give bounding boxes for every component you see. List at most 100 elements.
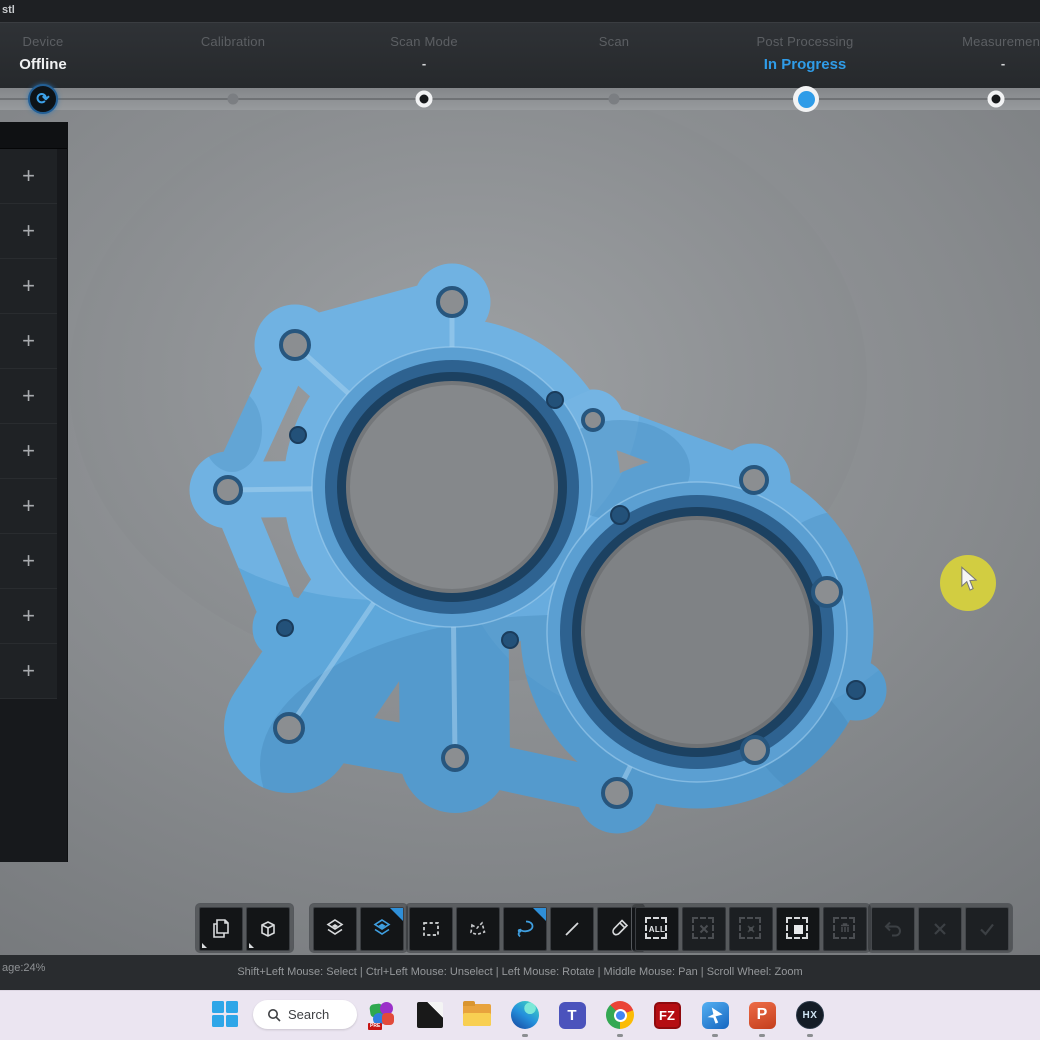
- photos-app-icon: [417, 1002, 443, 1028]
- mouse-cursor-icon: [961, 566, 978, 591]
- toolbar-group-overlap: [309, 903, 408, 953]
- running-indicator-powerpoint: [759, 1034, 765, 1037]
- undo-icon: [884, 921, 901, 937]
- copy-mesh-icon: [213, 919, 229, 938]
- cancel-icon: [934, 923, 946, 935]
- 3d-viewport-canvas[interactable]: [0, 110, 1040, 955]
- taskbar-app-filezilla[interactable]: FZ: [651, 999, 683, 1031]
- taskbar-app-pointer[interactable]: [699, 999, 731, 1031]
- confirm-button[interactable]: [965, 907, 1009, 951]
- add-scan-button[interactable]: +: [0, 369, 57, 424]
- colorful-app-badge: PRE: [368, 1023, 383, 1030]
- add-scan-button[interactable]: +: [0, 149, 57, 204]
- scan-list-panel: + + + + + + + + + +: [0, 122, 68, 862]
- select-connected-icon: [793, 924, 803, 934]
- overlap-regions-icon: [326, 919, 344, 935]
- search-label: Search: [288, 1007, 330, 1022]
- device-sync-icon[interactable]: ⟳: [28, 84, 58, 114]
- brush-select-icon: [612, 919, 629, 936]
- scan-mode-step-dot[interactable]: [415, 90, 433, 108]
- overlap-regions-button[interactable]: [313, 907, 357, 951]
- taskbar-app-exscan-hx[interactable]: HX: [794, 999, 826, 1031]
- delete-selected-button[interactable]: [823, 907, 867, 951]
- copy-mesh-button[interactable]: [199, 907, 243, 951]
- measurement-step-dot[interactable]: [987, 90, 1005, 108]
- polygon-select-icon: [470, 921, 486, 936]
- add-scan-button[interactable]: +: [0, 259, 57, 314]
- mouse-hints-text: Shift+Left Mouse: Select | Ctrl+Left Mou…: [237, 966, 803, 978]
- workflow-step-post-processing[interactable]: Post Processing In Progress: [720, 23, 890, 73]
- running-indicator-edge: [522, 1034, 528, 1037]
- select-connected-button[interactable]: [776, 907, 820, 951]
- cancel-button[interactable]: [918, 907, 962, 951]
- line-select-icon: [565, 922, 579, 936]
- workflow-timeline: ⟳: [0, 84, 1040, 114]
- taskbar-app-colorful[interactable]: PRE: [366, 999, 398, 1031]
- workflow-step-device[interactable]: Device Offline: [0, 23, 128, 73]
- post-processing-status: In Progress: [763, 56, 847, 73]
- workflow-navbar: Device Offline Calibration Scan Mode - S…: [0, 22, 1040, 88]
- powerpoint-icon: P: [748, 1001, 776, 1029]
- clip-box-button[interactable]: [246, 907, 290, 951]
- status-bar: age:24% Shift+Left Mouse: Select | Ctrl+…: [0, 955, 1040, 990]
- select-all-button[interactable]: ALL: [635, 907, 679, 951]
- select-all-label: ALL: [648, 924, 666, 934]
- undo-button[interactable]: [871, 907, 915, 951]
- rect-select-icon: [423, 922, 439, 936]
- running-indicator-pointer: [712, 1034, 718, 1037]
- taskbar-app-file-explorer[interactable]: [461, 999, 493, 1031]
- running-indicator-chrome: [617, 1034, 623, 1037]
- workflow-step-measurement[interactable]: Measurement -: [918, 23, 1040, 71]
- confirm-icon: [980, 923, 994, 936]
- toolbar-group-apply: [867, 903, 1013, 953]
- taskbar-search[interactable]: Search: [253, 1000, 357, 1029]
- calibration-step-dot[interactable]: [227, 93, 239, 105]
- workflow-step-scan[interactable]: Scan: [529, 23, 699, 56]
- toolbar-group-selection-ops: ALL: [631, 903, 871, 953]
- add-scan-button[interactable]: +: [0, 534, 57, 589]
- chrome-icon: [606, 1001, 634, 1029]
- lasso-select-icon: [517, 920, 534, 938]
- scan-step-dot[interactable]: [608, 93, 620, 105]
- window-titlebar: stl: [0, 0, 1040, 22]
- overlap-regions-active-icon: [373, 919, 391, 935]
- rect-select-button[interactable]: [409, 907, 453, 951]
- edge-icon: [511, 1001, 539, 1029]
- colorful-app-icon: PRE: [368, 1002, 395, 1030]
- add-scan-button[interactable]: +: [0, 204, 57, 259]
- pointer-app-icon: [701, 1001, 729, 1029]
- lasso-select-button[interactable]: [503, 907, 547, 951]
- taskbar-app-chrome[interactable]: [604, 999, 636, 1031]
- filezilla-icon: FZ: [653, 1001, 681, 1029]
- add-scan-button[interactable]: +: [0, 479, 57, 534]
- workflow-step-scan-mode[interactable]: Scan Mode -: [339, 23, 509, 71]
- invert-selection-button[interactable]: [729, 907, 773, 951]
- exscan-app-window: stl Device Offline Calibration Scan Mode…: [0, 0, 1040, 1040]
- toolbar-group-selection: [405, 903, 645, 953]
- post-processing-step-dot-current[interactable]: [793, 86, 819, 112]
- running-indicator-exscan-hx: [807, 1034, 813, 1037]
- polygon-select-button[interactable]: [456, 907, 500, 951]
- cursor-highlight: [940, 555, 996, 611]
- toolbar-group-mesh: [195, 903, 294, 953]
- scan-list-header: [0, 122, 67, 149]
- unselect-all-button[interactable]: [682, 907, 726, 951]
- add-scan-button[interactable]: +: [0, 644, 57, 699]
- clip-box-icon: [261, 921, 275, 937]
- add-scan-button[interactable]: +: [0, 424, 57, 479]
- start-button[interactable]: [212, 1001, 239, 1028]
- taskbar-app-edge[interactable]: [509, 999, 541, 1031]
- open-filename: stl: [2, 4, 15, 16]
- taskbar-app-powerpoint[interactable]: P: [746, 999, 778, 1031]
- exscan-hx-icon: HX: [796, 1001, 824, 1029]
- workflow-step-calibration[interactable]: Calibration: [148, 23, 318, 56]
- taskbar-app-photos[interactable]: [414, 999, 446, 1031]
- taskbar-app-teams[interactable]: T: [556, 999, 588, 1031]
- search-icon: [268, 1008, 281, 1022]
- device-status: Offline: [19, 56, 67, 73]
- add-scan-button[interactable]: +: [0, 314, 57, 369]
- add-scan-button[interactable]: +: [0, 589, 57, 644]
- line-select-button[interactable]: [550, 907, 594, 951]
- overlap-regions-active-button[interactable]: [360, 907, 404, 951]
- timeline-groove: [0, 98, 1040, 100]
